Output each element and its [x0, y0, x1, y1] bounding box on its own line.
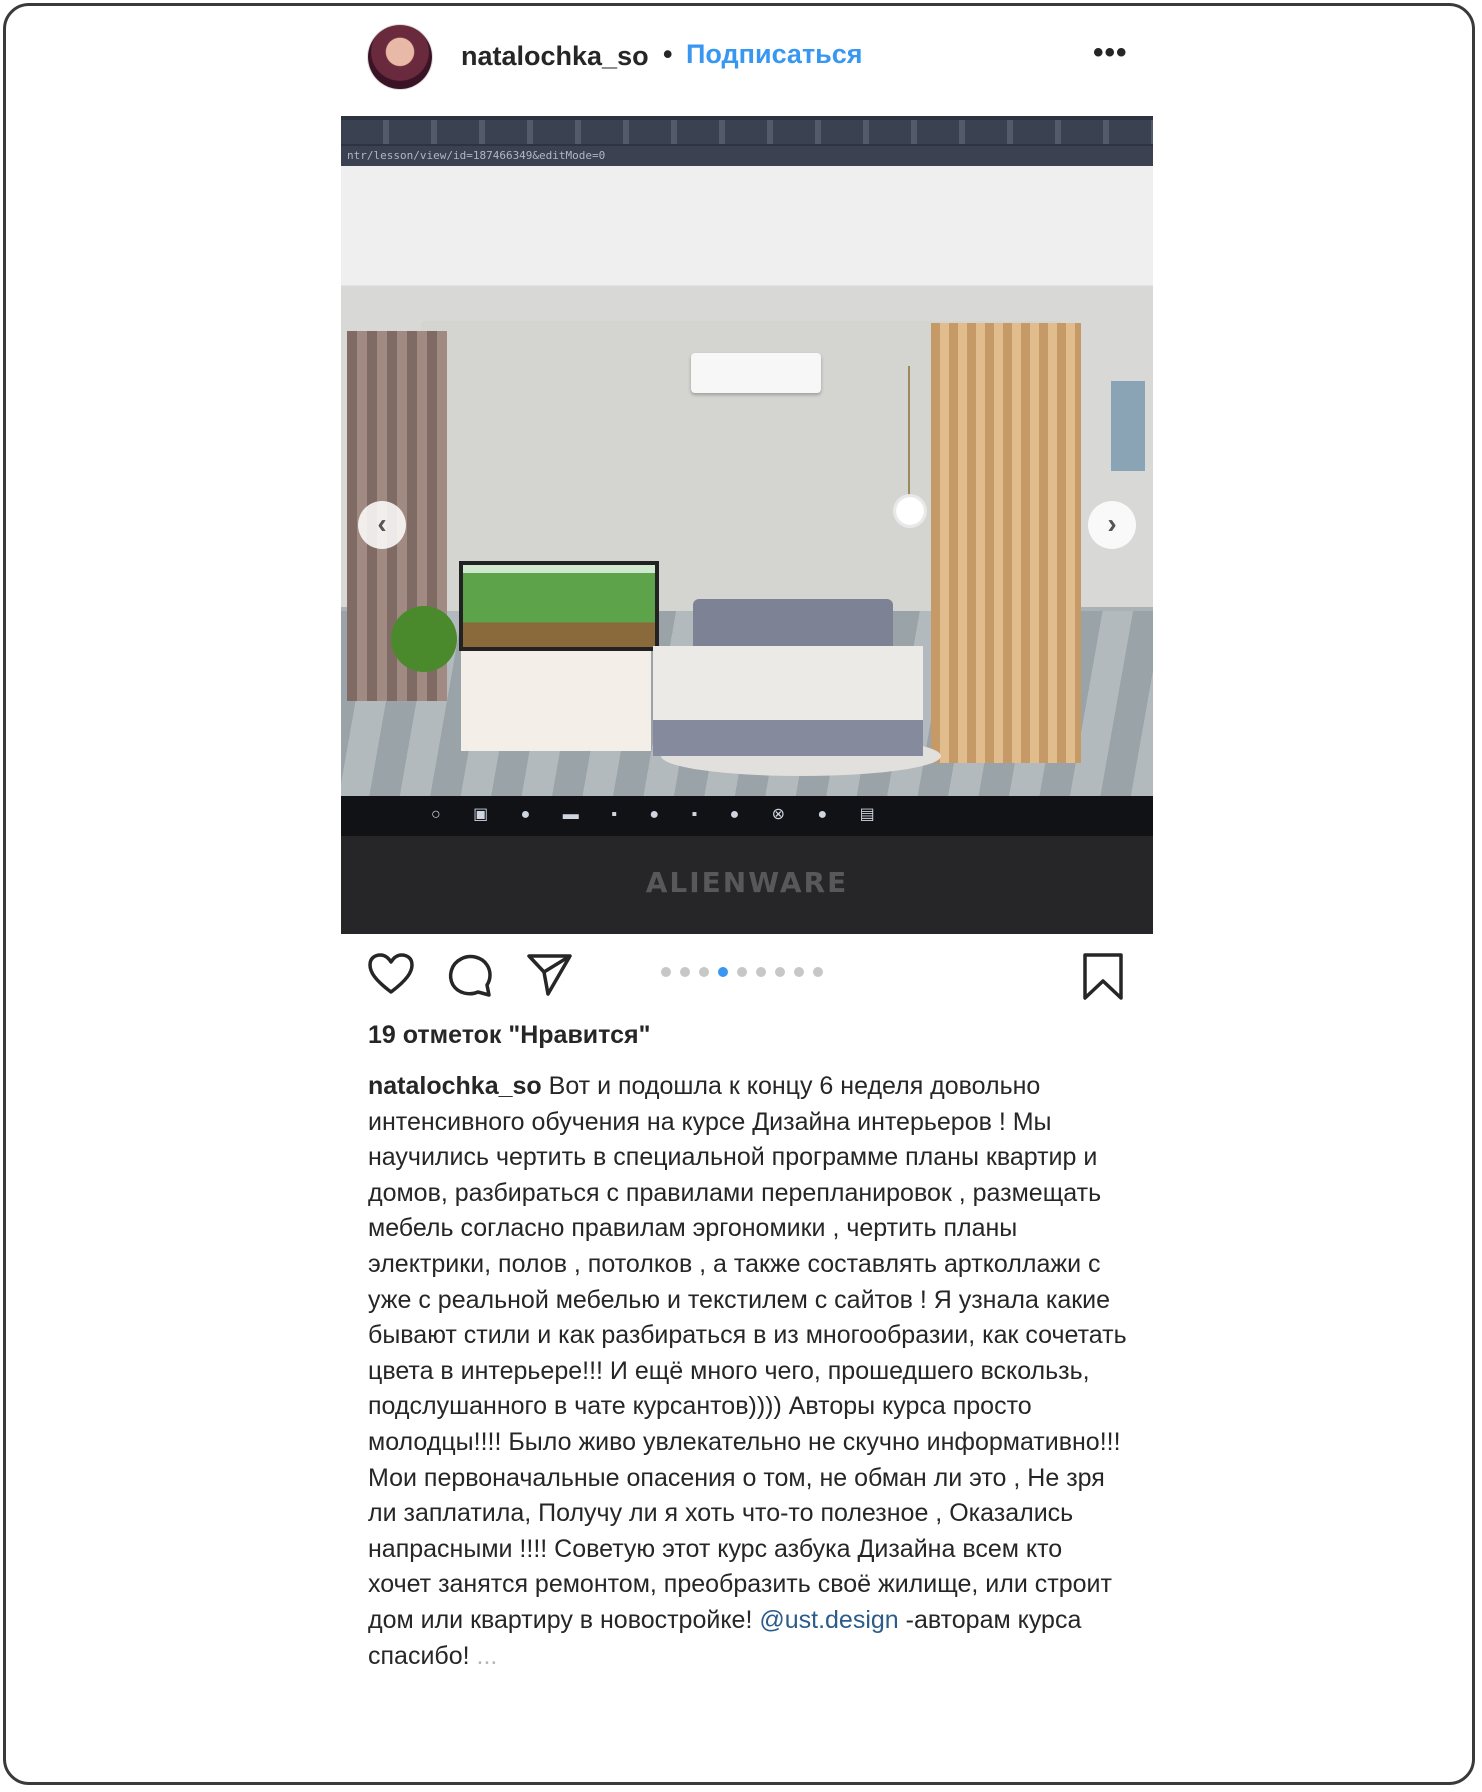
laptop-bezel: ALIENWARE — [341, 836, 1153, 934]
bookmark-icon[interactable] — [1081, 952, 1125, 1002]
carousel-indicator — [661, 964, 832, 978]
wall-picture — [1111, 381, 1145, 471]
likes-count[interactable]: 19 отметок "Нравится" — [368, 1021, 650, 1050]
carousel-dot-active — [718, 967, 728, 977]
aquarium — [459, 561, 659, 651]
potted-plant — [391, 606, 457, 672]
air-conditioner — [691, 353, 821, 393]
browser-url: ntr/lesson/view/id=187466349&editMode=0 — [341, 146, 1153, 166]
post-username[interactable]: natalochka_so — [461, 41, 649, 72]
pendant-lamp — [893, 494, 927, 528]
post-header: natalochka_so • Подписаться ••• — [341, 6, 1153, 114]
wooden-slat-partition — [931, 323, 1081, 763]
carousel-next-icon[interactable]: › — [1088, 501, 1136, 549]
screenshot-frame: natalochka_so • Подписаться ••• ntr/less… — [3, 3, 1475, 1785]
carousel-dot — [794, 967, 804, 977]
carousel-dot — [813, 967, 823, 977]
windows-taskbar: ○ ▣ ● ▬ ▪ ● ▪ ● ⊗ ● ▤ — [341, 796, 1153, 836]
pendant-lamp-cord — [908, 366, 910, 496]
separator-dot: • — [663, 39, 673, 69]
avatar[interactable] — [368, 25, 432, 89]
carousel-dot — [699, 967, 709, 977]
caption-faded-tail: ... — [476, 1641, 498, 1670]
action-bar — [341, 946, 1153, 1016]
carousel-prev-icon[interactable]: ‹ — [358, 501, 406, 549]
heart-icon[interactable] — [367, 952, 415, 996]
browser-tab-strip — [341, 120, 1153, 144]
browser-bar: ntr/lesson/view/id=187466349&editMode=0 — [341, 116, 1153, 166]
caption-text: Вот и подошла к концу 6 неделя довольно … — [368, 1072, 1127, 1634]
caption-username[interactable]: natalochka_so — [368, 1072, 542, 1100]
taskbar-icons: ○ ▣ ● ▬ ▪ ● ▪ ● ⊗ ● ▤ — [431, 806, 889, 823]
post-photo[interactable]: ntr/lesson/view/id=187466349&editMode=0 … — [341, 116, 1153, 934]
paper-plane-icon[interactable] — [526, 952, 574, 998]
carousel-dot — [756, 967, 766, 977]
comment-bubble-icon[interactable] — [447, 952, 493, 998]
carousel-dot — [680, 967, 690, 977]
bed — [653, 646, 923, 756]
caption-mention[interactable]: @ust.design — [759, 1606, 898, 1634]
laptop-brand-logo: ALIENWARE — [645, 866, 849, 899]
carousel-dot — [661, 967, 671, 977]
post-caption: natalochka_so Вот и подошла к концу 6 не… — [368, 1069, 1128, 1674]
more-options-icon[interactable]: ••• — [1093, 36, 1128, 70]
carousel-dot — [775, 967, 785, 977]
follow-button[interactable]: Подписаться — [686, 39, 863, 70]
aquarium-cabinet — [461, 651, 651, 751]
interior-render — [341, 166, 1153, 796]
carousel-dot — [737, 967, 747, 977]
